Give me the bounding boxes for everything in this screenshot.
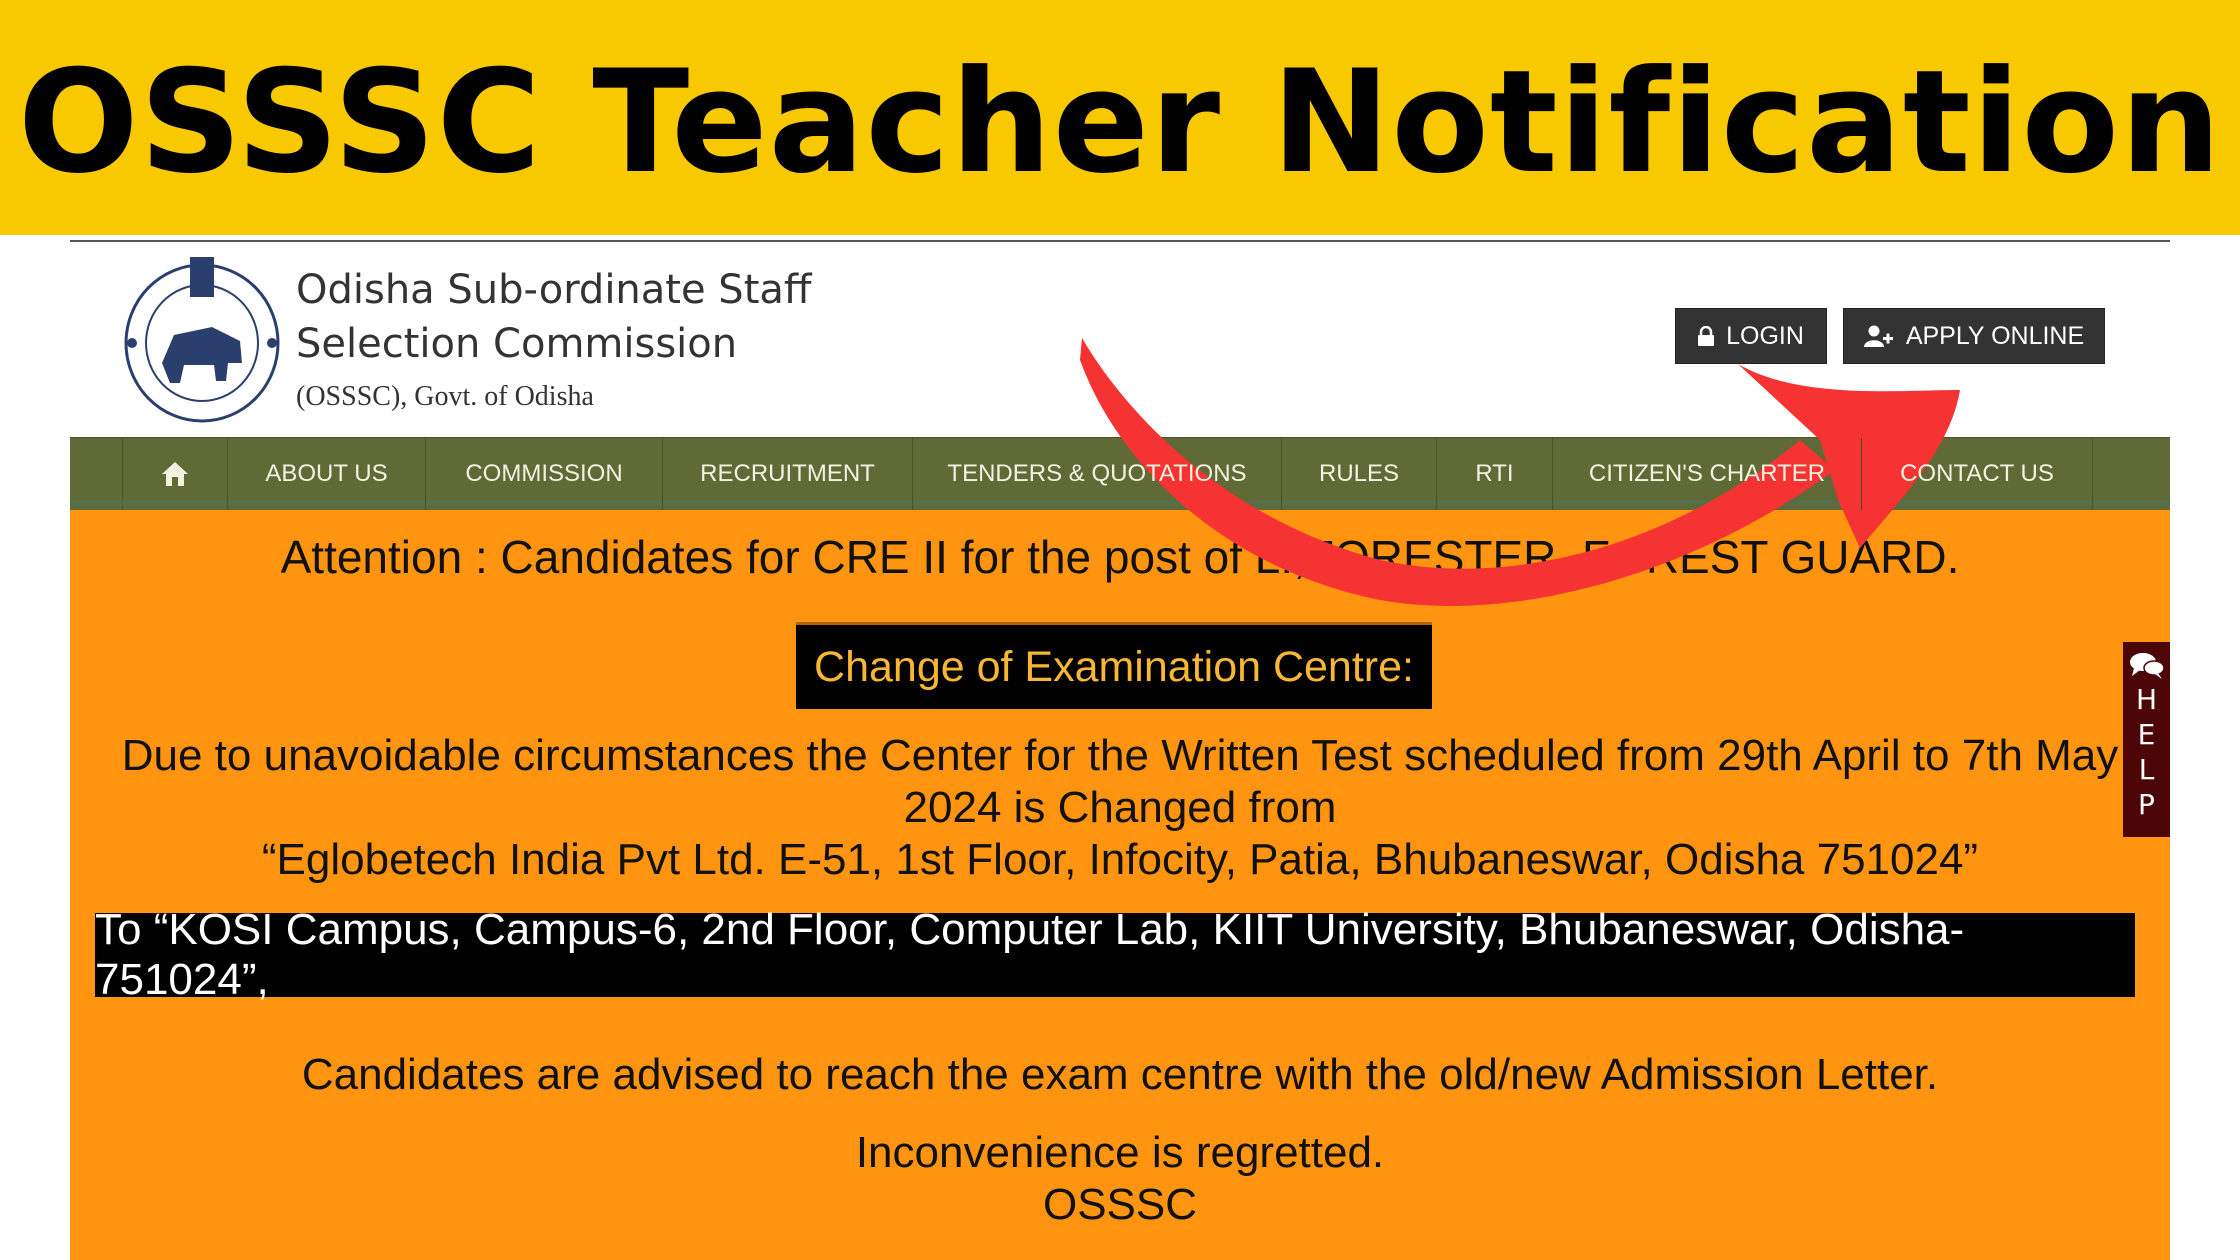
old-address: “Eglobetech India Pvt Ltd. E-51, 1st Flo… xyxy=(261,835,1979,884)
home-icon xyxy=(162,462,188,486)
help-letter: P xyxy=(2138,788,2155,821)
signature: OSSSC xyxy=(1042,1180,1198,1229)
lock-icon xyxy=(1698,326,1715,346)
attention-text: Attention : Candidates for CRE II for th… xyxy=(280,531,1960,583)
banner-title: OSSSC Teacher Notification xyxy=(17,40,2223,205)
advise-text: Candidates are advised to reach the exam… xyxy=(301,1050,1939,1099)
notice-line: Due to unavoidable circumstances the Cen… xyxy=(121,731,2119,780)
change-heading: Change of Examination Centre: xyxy=(796,622,1432,709)
new-address: To “KOSI Campus, Campus-6, 2nd Floor, Co… xyxy=(95,905,2135,1004)
chat-bubbles-icon xyxy=(2129,653,2165,679)
org-name-line2: Selection Commission xyxy=(296,321,738,367)
user-plus-icon xyxy=(1863,325,1893,347)
help-letter: H xyxy=(2135,683,2158,716)
help-letter: E xyxy=(2137,718,2156,751)
login-label: LOGIN xyxy=(1726,321,1804,350)
notice-line: 2024 is Changed from xyxy=(903,783,1337,832)
banner: OSSSC Teacher Notification xyxy=(0,0,2240,235)
help-letter: L xyxy=(2138,753,2155,786)
org-name-line1: Odisha Sub-ordinate Staff xyxy=(296,267,812,313)
nav-rti[interactable]: RTI xyxy=(1437,438,1553,510)
site-header: Odisha Sub-ordinate Staff Selection Comm… xyxy=(70,243,2170,437)
nav-rules[interactable]: RULES xyxy=(1282,438,1437,510)
nav-spacer xyxy=(70,438,123,510)
apply-online-label: APPLY ONLINE xyxy=(1905,321,2085,350)
nav-recruitment[interactable]: RECRUITMENT xyxy=(663,438,913,510)
main-nav: ABOUT US COMMISSION RECRUITMENT TENDERS … xyxy=(70,437,2170,510)
notice-panel: Attention : Candidates for CRE II for th… xyxy=(70,510,2170,1260)
nav-tenders-quotations[interactable]: TENDERS & QUOTATIONS xyxy=(913,438,1282,510)
nav-home[interactable] xyxy=(123,438,228,510)
org-subtitle: (OSSSC), Govt. of Odisha xyxy=(296,381,594,412)
nav-commission[interactable]: COMMISSION xyxy=(426,438,663,510)
login-button[interactable]: LOGIN xyxy=(1675,308,1827,364)
help-tab[interactable]: H E L P xyxy=(2123,642,2170,837)
odisha-emblem-logo xyxy=(124,257,280,423)
nav-contact-us[interactable]: CONTACT US xyxy=(1862,438,2093,510)
apply-online-button[interactable]: APPLY ONLINE xyxy=(1843,308,2105,364)
regret-text: Inconvenience is regretted. xyxy=(855,1128,1385,1177)
org-name: Odisha Sub-ordinate Staff Selection Comm… xyxy=(296,263,811,371)
notice-paragraph: Due to unavoidable circumstances the Cen… xyxy=(70,730,2170,886)
divider xyxy=(70,240,2170,242)
nav-citizens-charter[interactable]: CITIZEN'S CHARTER xyxy=(1553,438,1862,510)
regret-block: Inconvenience is regretted. OSSSC xyxy=(70,1127,2170,1231)
nav-about-us[interactable]: ABOUT US xyxy=(228,438,426,510)
